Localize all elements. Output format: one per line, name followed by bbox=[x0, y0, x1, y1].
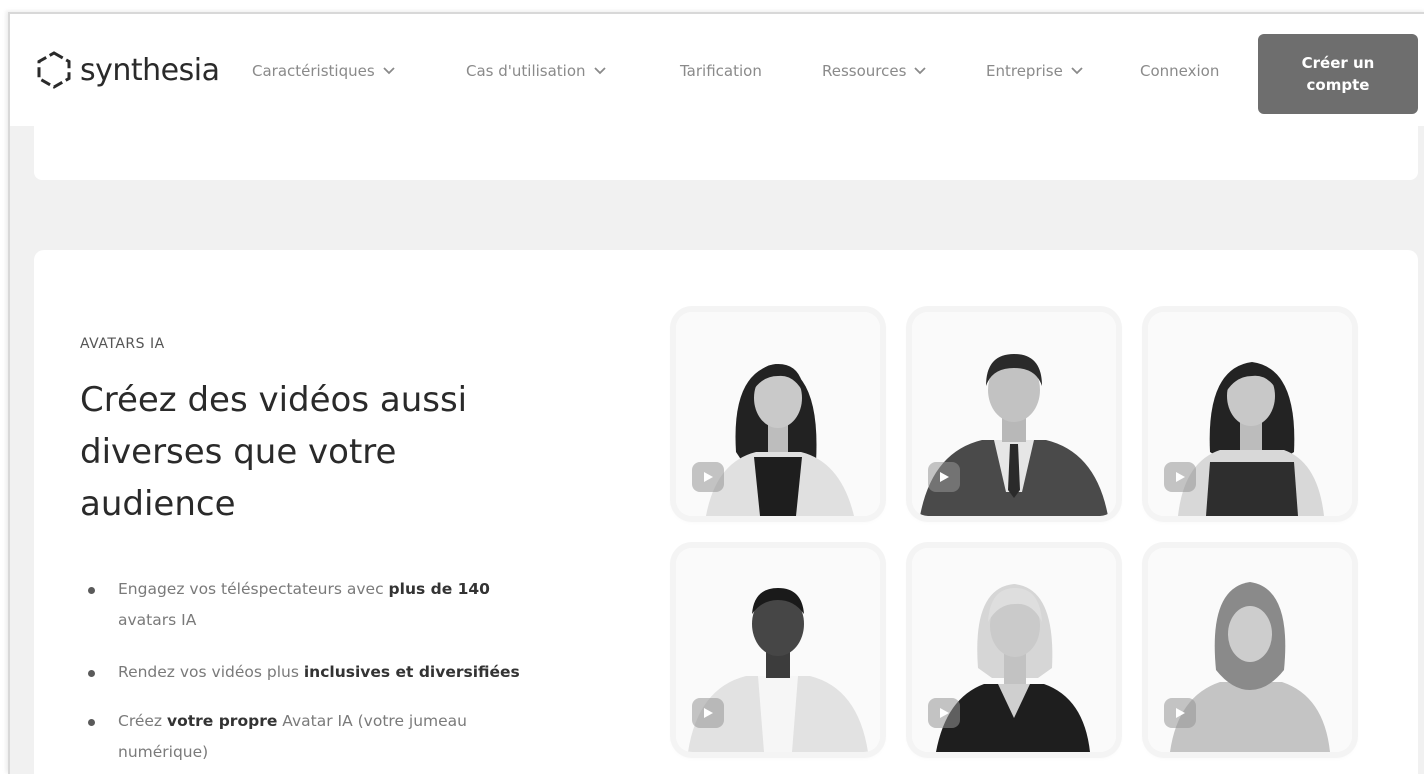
play-icon bbox=[940, 708, 949, 718]
play-button[interactable] bbox=[692, 462, 724, 492]
avatar-card[interactable] bbox=[676, 548, 880, 752]
feature-bullet: Créez votre propre Avatar IA (votre jume… bbox=[80, 706, 550, 768]
play-button[interactable] bbox=[1164, 462, 1196, 492]
create-account-label: Créer un compte bbox=[1301, 54, 1375, 94]
bullet-text: Rendez vos vidéos plus bbox=[118, 663, 304, 681]
brand-name: synthesia bbox=[80, 52, 220, 88]
nav-label: Caractéristiques bbox=[252, 62, 375, 80]
nav-connexion[interactable]: Connexion bbox=[1140, 62, 1219, 80]
bullet-dot-icon bbox=[88, 719, 95, 726]
avatar-card[interactable] bbox=[912, 548, 1116, 752]
synthesia-logo-icon bbox=[37, 51, 71, 89]
play-button[interactable] bbox=[692, 698, 724, 728]
avatar-card[interactable] bbox=[912, 312, 1116, 516]
play-button[interactable] bbox=[1164, 698, 1196, 728]
bullet-text: Engagez vos téléspectateurs avec bbox=[118, 580, 389, 598]
play-button[interactable] bbox=[928, 698, 960, 728]
nav-tarification[interactable]: Tarification bbox=[680, 62, 762, 80]
avatar-card[interactable] bbox=[1148, 312, 1352, 516]
brand-logo[interactable]: synthesia bbox=[34, 50, 220, 90]
nav-label: Cas d'utilisation bbox=[466, 62, 586, 80]
play-icon bbox=[704, 708, 713, 718]
section-eyebrow: AVATARS IA bbox=[80, 336, 165, 352]
chevron-down-icon bbox=[914, 67, 927, 75]
play-icon bbox=[704, 472, 713, 482]
nav-cas-utilisation[interactable]: Cas d'utilisation bbox=[466, 62, 606, 80]
avatar-card[interactable] bbox=[676, 312, 880, 516]
nav-ressources[interactable]: Ressources bbox=[822, 62, 927, 80]
bullet-dot-icon bbox=[88, 587, 95, 594]
browser-viewport: synthesia Caractéristiques Cas d'utilisa… bbox=[8, 12, 1424, 774]
chevron-down-icon bbox=[383, 67, 395, 75]
chevron-down-icon bbox=[593, 67, 606, 75]
bullet-text: Créez bbox=[118, 712, 167, 730]
play-button[interactable] bbox=[928, 462, 960, 492]
site-header: synthesia Caractéristiques Cas d'utilisa… bbox=[10, 14, 1424, 126]
play-icon bbox=[940, 472, 949, 482]
nav-label: Ressources bbox=[822, 62, 907, 80]
section-headline: Créez des vidéos aussi diverses que votr… bbox=[80, 380, 468, 524]
nav-caracteristiques[interactable]: Caractéristiques bbox=[252, 62, 395, 80]
feature-bullet: Engagez vos téléspectateurs avec plus de… bbox=[80, 574, 550, 636]
feature-bullet: Rendez vos vidéos plus inclusives et div… bbox=[80, 657, 550, 688]
create-account-button[interactable]: Créer un compte bbox=[1258, 34, 1418, 114]
avatars-section: AVATARS IA Créez des vidéos aussi divers… bbox=[34, 250, 1418, 774]
nav-entreprise[interactable]: Entreprise bbox=[986, 62, 1083, 80]
avatar-card[interactable] bbox=[1148, 548, 1352, 752]
bullet-text: avatars IA bbox=[118, 611, 197, 629]
nav-label: Tarification bbox=[680, 62, 762, 80]
nav-label: Connexion bbox=[1140, 62, 1220, 80]
bullet-dot-icon bbox=[88, 670, 95, 677]
play-icon bbox=[1176, 472, 1185, 482]
bullet-bold: plus de 140 bbox=[388, 580, 490, 598]
bullet-bold: inclusives et diversifiées bbox=[303, 663, 520, 681]
nav-label: Entreprise bbox=[986, 62, 1063, 80]
top-banner-strip bbox=[34, 126, 1418, 180]
bullet-bold: votre propre bbox=[167, 712, 278, 730]
chevron-down-icon bbox=[1071, 67, 1083, 75]
play-icon bbox=[1176, 708, 1185, 718]
